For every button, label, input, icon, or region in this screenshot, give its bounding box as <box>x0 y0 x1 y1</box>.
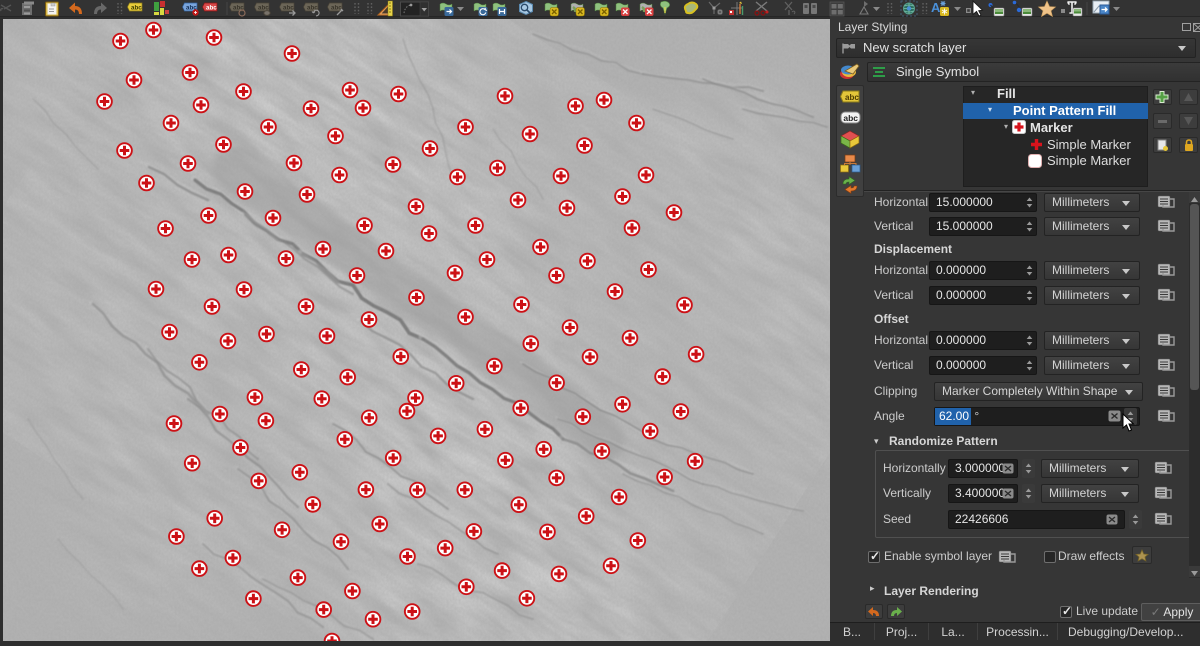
svg-text:abc: abc <box>845 93 859 102</box>
svg-text:abc: abc <box>206 5 217 12</box>
svg-text:A: A <box>931 0 941 15</box>
svg-text:abc: abc <box>131 5 142 12</box>
svg-text:abc: abc <box>843 113 858 123</box>
